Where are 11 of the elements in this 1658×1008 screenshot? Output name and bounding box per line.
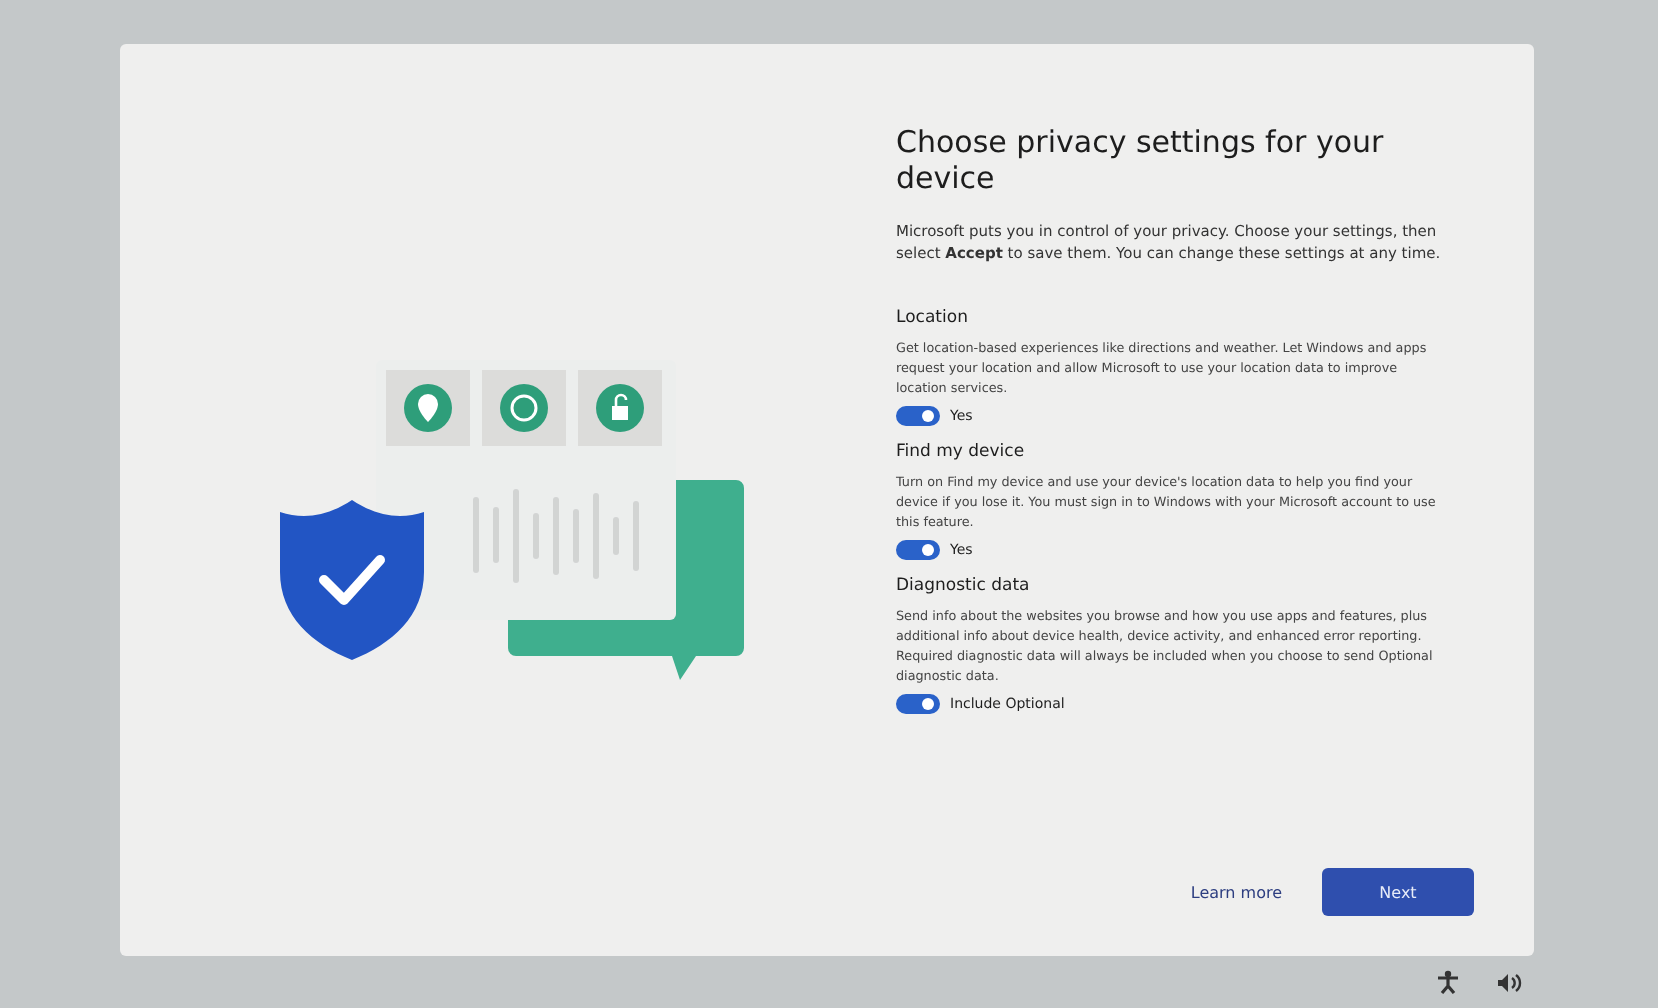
toggle-switch[interactable] [896,694,940,714]
setting-heading: Find my device [896,442,1027,462]
setting-heading: Diagnostic data [896,576,1032,596]
setting-heading: Location [896,308,970,328]
accessibility-icon[interactable] [1436,970,1460,994]
speaker-icon[interactable] [1496,971,1522,993]
learn-more-link[interactable]: Learn more [1190,883,1282,901]
next-button[interactable]: Next [1322,868,1474,916]
dialog-title: Choose privacy settings for your device [896,124,1386,196]
toggle-switch[interactable] [896,540,940,560]
toggle-switch[interactable] [896,406,940,426]
